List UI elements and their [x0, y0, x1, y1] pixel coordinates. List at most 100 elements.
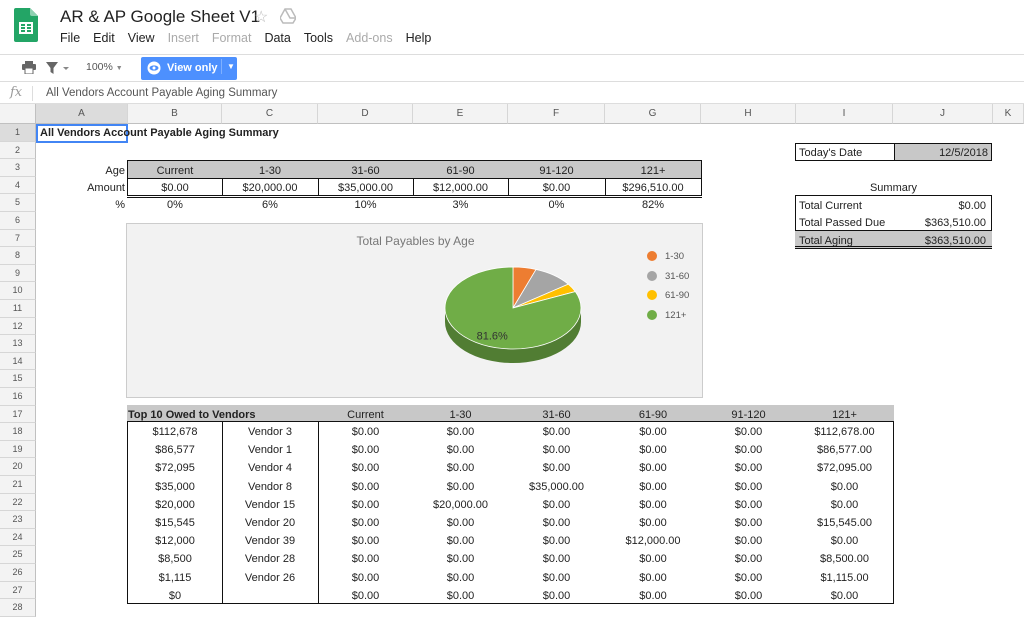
- top10-cell[interactable]: $0.00: [318, 426, 413, 438]
- row-header-15[interactable]: 15: [0, 370, 36, 388]
- amount-cell[interactable]: $296,510.00: [605, 182, 701, 194]
- row-header-6[interactable]: 6: [0, 212, 36, 230]
- row-header-2[interactable]: 2: [0, 141, 36, 160]
- top10-cell[interactable]: $0.00: [413, 517, 508, 529]
- top10-cell[interactable]: $0.00: [318, 462, 413, 474]
- top10-cell[interactable]: $0.00: [413, 481, 508, 493]
- spreadsheet-grid[interactable]: ABCDEFGHIJK 1 2 3 4 5 6 7 8 9 10 11 12 13 14 15 16 17 18 1…: [0, 104, 1024, 617]
- top10-cell[interactable]: $0.00: [796, 535, 893, 547]
- top10-cell[interactable]: $35,000.00: [508, 481, 605, 493]
- today-value[interactable]: 12/5/2018: [898, 147, 988, 159]
- top10-header-cell[interactable]: 91-120: [701, 409, 796, 421]
- top10-header-cell[interactable]: 31-60: [508, 409, 605, 421]
- menu-view[interactable]: View: [128, 31, 155, 45]
- top10-header-cell[interactable]: 61-90: [605, 409, 701, 421]
- column-header-b[interactable]: B: [128, 104, 222, 124]
- top10-cell[interactable]: $0.00: [318, 481, 413, 493]
- percent-cell[interactable]: 10%: [318, 199, 413, 211]
- top10-cell[interactable]: $0.00: [796, 499, 893, 511]
- age-header-cell[interactable]: 121+: [605, 165, 701, 177]
- menu-tools[interactable]: Tools: [304, 31, 333, 45]
- row-header-9[interactable]: 9: [0, 264, 36, 283]
- menu-addons[interactable]: Add-ons: [346, 31, 393, 45]
- top10-cell[interactable]: $0.00: [605, 444, 701, 456]
- zoom-select[interactable]: 100% ▼: [86, 61, 123, 73]
- column-header-g[interactable]: G: [605, 104, 701, 124]
- summary-value-past-due[interactable]: $363,510.00: [880, 217, 986, 229]
- top10-cell[interactable]: $0.00: [605, 462, 701, 474]
- top10-cell[interactable]: $0.00: [701, 426, 796, 438]
- top10-cell[interactable]: $0.00: [508, 535, 605, 547]
- star-icon[interactable]: ☆: [254, 7, 268, 27]
- top10-cell[interactable]: Vendor 3: [222, 426, 318, 438]
- top10-cell[interactable]: $0.00: [605, 572, 701, 584]
- row-header-19[interactable]: 19: [0, 440, 36, 459]
- select-all-corner[interactable]: [0, 104, 36, 124]
- age-header-cell[interactable]: 91-120: [508, 165, 605, 177]
- menu-help[interactable]: Help: [406, 31, 432, 45]
- move-to-folder-icon[interactable]: [280, 8, 296, 24]
- top10-cell[interactable]: $0.00: [701, 481, 796, 493]
- top10-cell[interactable]: $0.00: [605, 426, 701, 438]
- top10-cell[interactable]: $0.00: [701, 535, 796, 547]
- top10-cell[interactable]: $0.00: [318, 535, 413, 547]
- today-label[interactable]: Today's Date: [799, 147, 862, 159]
- top10-cell[interactable]: $0.00: [701, 590, 796, 602]
- amount-cell[interactable]: $12,000.00: [413, 182, 508, 194]
- menu-data[interactable]: Data: [264, 31, 290, 45]
- filter-icon[interactable]: [46, 61, 70, 75]
- top10-header-cell[interactable]: 121+: [796, 409, 893, 421]
- top10-cell[interactable]: $0.00: [413, 553, 508, 565]
- summary-label-past-due[interactable]: Total Passed Due: [799, 217, 885, 229]
- row-header-25[interactable]: 25: [0, 546, 36, 564]
- print-icon[interactable]: [22, 61, 36, 74]
- document-title[interactable]: AR & AP Google Sheet V1: [60, 7, 260, 27]
- top10-cell[interactable]: $112,678.00: [796, 426, 893, 438]
- row-header-20[interactable]: 20: [0, 458, 36, 476]
- age-header-cell[interactable]: 31-60: [318, 165, 413, 177]
- top10-cell[interactable]: $1,115.00: [796, 572, 893, 584]
- row-header-5[interactable]: 5: [0, 194, 36, 212]
- top10-cell[interactable]: $0.00: [605, 499, 701, 511]
- top10-cell[interactable]: $0.00: [508, 572, 605, 584]
- row-header-24[interactable]: 24: [0, 528, 36, 547]
- amount-cell[interactable]: $35,000.00: [318, 182, 413, 194]
- summary-value-total[interactable]: $363,510.00: [880, 235, 986, 247]
- column-header-j[interactable]: J: [893, 104, 993, 124]
- top10-header-cell[interactable]: 1-30: [413, 409, 508, 421]
- column-header-e[interactable]: E: [413, 104, 508, 124]
- top10-cell[interactable]: Vendor 20: [222, 517, 318, 529]
- top10-cell[interactable]: $0.00: [701, 517, 796, 529]
- top10-cell[interactable]: $0.00: [796, 481, 893, 493]
- top10-cell[interactable]: $0.00: [701, 462, 796, 474]
- top10-cell[interactable]: Vendor 4: [222, 462, 318, 474]
- row-header-3[interactable]: 3: [0, 159, 36, 177]
- row-header-11[interactable]: 11: [0, 300, 36, 318]
- summary-label-total[interactable]: Total Aging: [799, 235, 853, 247]
- top10-cell[interactable]: $0.00: [701, 499, 796, 511]
- top10-cell[interactable]: $20,000.00: [413, 499, 508, 511]
- column-header-f[interactable]: F: [508, 104, 605, 124]
- top10-cell[interactable]: $0.00: [508, 462, 605, 474]
- column-header-a[interactable]: A: [36, 104, 128, 124]
- row-header-14[interactable]: 14: [0, 352, 36, 371]
- top10-cell[interactable]: $0.00: [318, 590, 413, 602]
- top10-cell[interactable]: Vendor 1: [222, 444, 318, 456]
- top10-cell[interactable]: $0.00: [413, 444, 508, 456]
- column-header-i[interactable]: I: [796, 104, 893, 124]
- top10-cell[interactable]: $0.00: [508, 426, 605, 438]
- top10-cell[interactable]: $72,095.00: [796, 462, 893, 474]
- row-header-27[interactable]: 27: [0, 581, 36, 600]
- top10-header-cell[interactable]: Top 10 Owed to Vendors: [128, 409, 256, 421]
- top10-cell[interactable]: $0.00: [508, 517, 605, 529]
- top10-cell[interactable]: $12,000.00: [605, 535, 701, 547]
- summary-value-current[interactable]: $0.00: [880, 200, 986, 212]
- top10-cell[interactable]: $0.00: [605, 553, 701, 565]
- percent-cell[interactable]: 0%: [128, 199, 222, 211]
- row-header-22[interactable]: 22: [0, 493, 36, 512]
- top10-cell[interactable]: $0.00: [605, 517, 701, 529]
- column-header-k[interactable]: K: [993, 104, 1024, 124]
- top10-cell[interactable]: $0.00: [796, 590, 893, 602]
- view-only-dropdown-icon[interactable]: ▼: [227, 62, 235, 71]
- row-header-13[interactable]: 13: [0, 335, 36, 353]
